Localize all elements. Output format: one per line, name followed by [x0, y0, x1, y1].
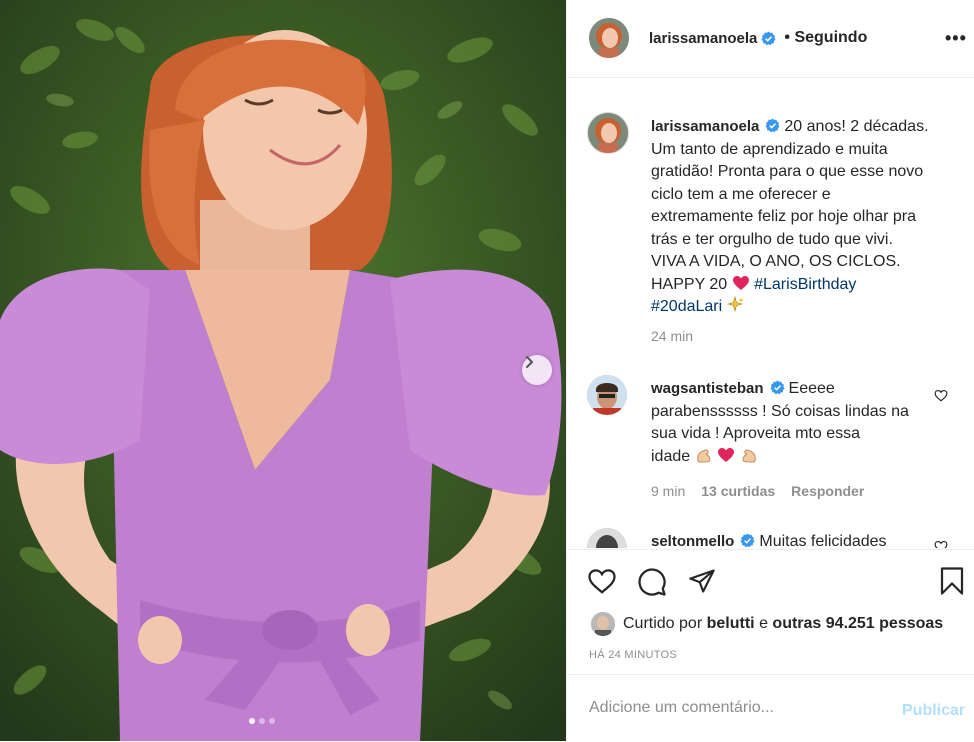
- share-paper-plane-icon[interactable]: [687, 567, 717, 595]
- comments-list[interactable]: larissamanoela 20 anos! 2 décadas. Um tan…: [567, 78, 974, 548]
- avatar-image: [587, 375, 627, 415]
- reply-button[interactable]: Responder: [791, 483, 864, 499]
- bookmark-save-icon[interactable]: [939, 566, 965, 596]
- comment-text: idade: [651, 447, 691, 465]
- likes-joiner: e: [759, 615, 768, 632]
- avatar-image: [588, 113, 628, 153]
- caption-line: extremamente feliz por hoje olhar pra: [651, 208, 917, 225]
- carousel-next-button[interactable]: [522, 355, 552, 385]
- caption-line: trás e ter orgulho de tudo que vivi.: [651, 230, 893, 248]
- caption-line: HAPPY 20: [651, 275, 728, 293]
- avatar-image: [591, 612, 615, 636]
- likes-count-link[interactable]: outras 94.251 pessoas: [772, 615, 943, 633]
- avatar[interactable]: [589, 18, 629, 58]
- comment-text: sua vida ! Aproveita mto essa: [651, 425, 860, 442]
- carousel-indicator: [249, 718, 275, 724]
- post-timestamp[interactable]: HÁ 24 MINUTOS: [589, 649, 677, 661]
- post-caption: larissamanoela 20 anos! 2 décadas. Um tan…: [651, 116, 961, 319]
- comment-text: Muitas felicidades: [759, 533, 887, 548]
- comment-meta: 9 min 13 curtidas Responder: [651, 483, 864, 499]
- caption-line: gratidão! Pronta para o que esse novo: [651, 163, 924, 180]
- verified-badge-icon: [761, 30, 776, 45]
- add-comment-bar: Publicar: [567, 674, 974, 742]
- caption-line: 20 anos! 2 décadas.: [784, 118, 929, 135]
- following-status[interactable]: • Seguindo: [784, 29, 867, 47]
- commenter-avatar[interactable]: [587, 528, 627, 548]
- like-heart-icon[interactable]: [587, 567, 617, 595]
- post-header: larissamanoela • Seguindo •••: [567, 0, 974, 78]
- like-comment-heart-icon[interactable]: [934, 540, 948, 548]
- comment-text: Eeeee: [788, 380, 835, 397]
- caption-timestamp[interactable]: 24 min: [651, 328, 693, 344]
- verified-badge-icon: [770, 380, 785, 395]
- caption-line: Um tanto de aprendizado e muita: [651, 140, 888, 158]
- likes-prefix: Curtido por: [623, 615, 703, 632]
- comment: wagsantisteban Eeeee parabenssssss ! Só c…: [651, 378, 961, 468]
- comment-bubble-icon[interactable]: [637, 567, 667, 597]
- carousel-dot: [249, 718, 255, 724]
- post-actions: Curtido por belutti e outras 94.251 pess…: [567, 549, 974, 675]
- post-sidebar: larissamanoela • Seguindo ••• larissaman…: [566, 0, 974, 741]
- like-comment-heart-icon[interactable]: [934, 389, 948, 402]
- red-heart-emoji-icon: [718, 447, 735, 462]
- comment-time[interactable]: 9 min: [651, 483, 685, 499]
- hashtag-link[interactable]: #20daLari: [651, 298, 722, 315]
- caption-line: ciclo tem a me oferecer e: [651, 185, 831, 203]
- avatar-image: [587, 528, 627, 548]
- hashtag-link[interactable]: #LarisBirthday: [754, 276, 856, 293]
- likes-summary: Curtido por belutti e outras 94.251 pess…: [591, 612, 943, 636]
- carousel-dot: [269, 718, 275, 724]
- comment-input[interactable]: [587, 695, 881, 721]
- chevron-right-icon: [526, 356, 534, 368]
- commenter-avatar[interactable]: [587, 375, 627, 415]
- liker-avatar[interactable]: [591, 612, 615, 636]
- more-options-icon[interactable]: •••: [945, 28, 967, 49]
- publish-button[interactable]: Publicar: [902, 702, 965, 720]
- comment-author[interactable]: wagsantisteban: [651, 380, 764, 397]
- comment: seltonmello Muitas felicidades: [651, 531, 961, 548]
- verified-badge-icon: [740, 533, 755, 548]
- carousel-dot: [259, 718, 265, 724]
- caption-avatar[interactable]: [587, 112, 629, 154]
- sparkles-emoji-icon: [726, 295, 744, 313]
- comment-author[interactable]: seltonmello: [651, 533, 734, 548]
- comment-text: parabenssssss ! Só coisas lindas na: [651, 402, 909, 420]
- photo-illustration: [0, 0, 566, 741]
- caption-line: VIVA A VIDA, O ANO, OS CICLOS.: [651, 253, 901, 270]
- flexed-biceps-emoji-icon: [742, 448, 756, 462]
- post-author[interactable]: larissamanoela: [649, 30, 757, 47]
- comment-likes[interactable]: 13 curtidas: [701, 483, 775, 499]
- post-image[interactable]: [0, 0, 566, 741]
- liker-username[interactable]: belutti: [707, 615, 755, 633]
- flexed-biceps-emoji-icon: [696, 448, 711, 462]
- avatar-image: [589, 18, 629, 58]
- verified-badge-icon: [765, 118, 780, 133]
- caption-author[interactable]: larissamanoela: [651, 118, 759, 135]
- red-heart-emoji-icon: [732, 275, 749, 290]
